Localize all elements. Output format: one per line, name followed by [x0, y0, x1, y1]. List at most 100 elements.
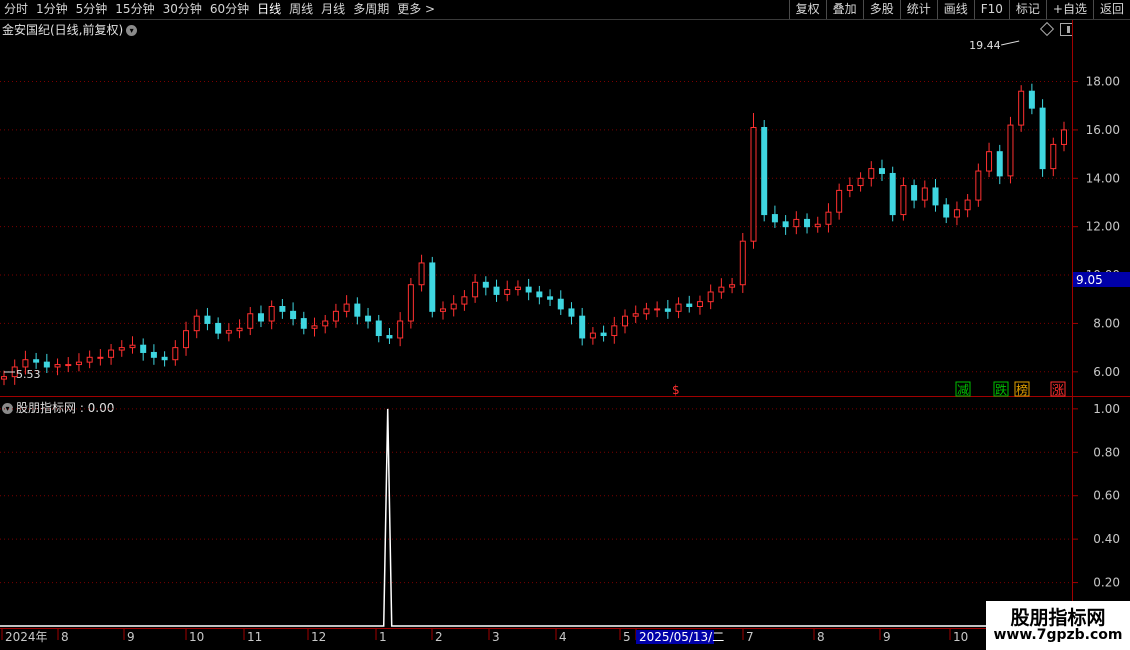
candle-body: [996, 151, 1003, 177]
candle-body: [172, 347, 179, 361]
candle-body: [300, 318, 307, 329]
candle-body: [247, 313, 254, 329]
candle-body: [622, 315, 629, 327]
candle-body: [761, 127, 768, 216]
current-price-label: 9.05: [1076, 273, 1103, 287]
candle-body: [729, 284, 736, 288]
sub-y-tick-label-4: 1.00: [1093, 402, 1120, 416]
candle-body: [686, 303, 693, 308]
candle-body: [878, 168, 885, 174]
candle-body: [439, 308, 446, 312]
candle-body: [793, 218, 800, 228]
candle-body: [493, 286, 500, 295]
candle-body: [236, 327, 243, 332]
main-y-tick-label-0: 6.00: [1093, 365, 1120, 379]
candle-body: [129, 344, 136, 349]
candle-body: [193, 315, 200, 332]
candle-body: [118, 347, 125, 351]
candle-body: [461, 296, 468, 305]
main-y-tick-label-5: 16.00: [1086, 123, 1120, 137]
sub-y-tick-label-1: 0.40: [1093, 532, 1120, 546]
candle-body: [600, 332, 607, 337]
cursor-date-label: 2025/05/13/二: [639, 630, 724, 644]
low-price-label: 5.53: [16, 368, 41, 381]
candle-body: [1061, 129, 1067, 145]
candle-body: [579, 315, 586, 339]
candle-body: [472, 281, 479, 298]
main-y-tick-label-1: 8.00: [1093, 316, 1120, 330]
x-tick-label-3: 10: [189, 630, 204, 644]
x-tick-label-6: 1: [379, 630, 387, 644]
high-pointer: [1001, 40, 1020, 46]
candle-body: [75, 361, 82, 366]
x-tick-label-12: 7: [746, 630, 754, 644]
candle-body: [215, 322, 222, 334]
candle-body: [397, 320, 404, 339]
candle-body: [632, 313, 639, 317]
candle-body: [771, 214, 778, 223]
candle-body: [1, 376, 7, 380]
candle-body: [643, 308, 650, 315]
candle-body: [589, 332, 596, 339]
candle-body: [183, 330, 190, 349]
candle-body: [407, 284, 414, 322]
candle-body: [97, 356, 104, 359]
candle-body: [279, 306, 286, 312]
candle-body: [782, 221, 789, 228]
x-tick-label-4: 11: [247, 630, 262, 644]
candle-body: [654, 308, 661, 311]
x-tick-label-0: 2024年: [5, 630, 48, 644]
candle-body: [814, 223, 821, 228]
candle-body: [86, 356, 93, 363]
candle-body: [911, 185, 918, 201]
x-tick-label-9: 4: [559, 630, 567, 644]
chart-canvas[interactable]: 6.008.0010.0012.0014.0016.0018.000.200.4…: [0, 0, 1130, 650]
x-tick-label-15: 10: [953, 630, 968, 644]
candle-body: [257, 313, 264, 322]
candle-body: [504, 289, 511, 295]
candle-body: [204, 315, 211, 324]
candle-body: [1018, 90, 1025, 126]
candle-body: [482, 281, 489, 288]
candle-body: [825, 211, 832, 225]
main-y-tick-label-4: 14.00: [1086, 171, 1120, 185]
candle-body: [22, 359, 29, 368]
candle-body: [1050, 143, 1057, 170]
candle-body: [514, 286, 521, 291]
sub-y-tick-label-2: 0.60: [1093, 489, 1120, 503]
main-y-tick-label-6: 18.00: [1086, 75, 1120, 89]
candle-body: [375, 320, 382, 337]
candle-body: [986, 151, 993, 172]
candle-body: [365, 315, 372, 322]
candle-body: [707, 291, 714, 303]
x-tick-label-1: 8: [61, 630, 69, 644]
candle-body: [322, 320, 329, 327]
candle-body: [1007, 124, 1014, 177]
signal-marker-3: 榜: [1016, 382, 1028, 397]
candle-body: [889, 172, 896, 216]
candle-body: [857, 177, 864, 187]
candle-body: [418, 262, 425, 286]
x-tick-label-8: 3: [492, 630, 500, 644]
candle-body: [343, 303, 350, 312]
watermark-url: www.7gpzb.com: [993, 627, 1123, 643]
candle-body: [836, 189, 843, 213]
x-tick-label-2: 9: [127, 630, 135, 644]
signal-marker-0: $: [672, 383, 680, 397]
x-tick-label-7: 2: [435, 630, 443, 644]
candle-body: [33, 359, 40, 363]
sub-y-tick-label-0: 0.20: [1093, 576, 1120, 590]
candle-body: [804, 218, 811, 228]
x-tick-label-10: 5: [623, 630, 631, 644]
candle-body: [311, 325, 318, 329]
candle-body: [696, 301, 703, 308]
signal-marker-2: 跌: [995, 382, 1007, 397]
candle-body: [225, 330, 232, 334]
sub-y-tick-label-3: 0.80: [1093, 445, 1120, 459]
candle-body: [536, 291, 543, 298]
candle-body: [108, 349, 115, 358]
candle-body: [868, 168, 875, 179]
candle-body: [750, 127, 757, 242]
candle-body: [675, 303, 682, 312]
watermark-title: 股朋指标网: [1010, 607, 1106, 629]
